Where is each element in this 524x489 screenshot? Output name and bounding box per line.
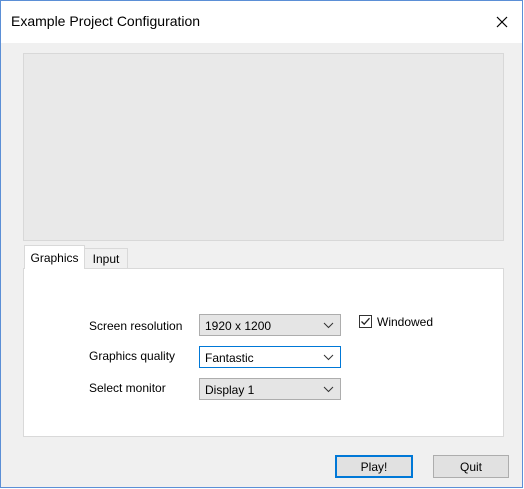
screen-resolution-label: Screen resolution	[89, 319, 183, 333]
graphics-quality-select[interactable]: Fantastic	[199, 346, 341, 368]
tab-graphics-label: Graphics	[30, 250, 79, 265]
close-button[interactable]	[482, 1, 522, 43]
banner-image	[23, 53, 504, 241]
windowed-label[interactable]: Windowed	[377, 315, 433, 329]
chevron-down-icon	[323, 322, 334, 329]
title-bar[interactable]: Example Project Configuration	[1, 1, 522, 43]
window-title: Example Project Configuration	[11, 13, 201, 29]
tab-input-label: Input	[92, 252, 120, 266]
windowed-checkbox[interactable]	[359, 315, 372, 328]
play-button[interactable]: Play!	[335, 455, 413, 478]
quit-button[interactable]: Quit	[433, 455, 509, 478]
tab-input[interactable]: Input	[85, 248, 128, 269]
screen-resolution-value: 1920 x 1200	[205, 319, 272, 333]
close-icon	[496, 16, 508, 28]
config-window: Example Project Configuration Graphics I…	[0, 0, 523, 488]
graphics-quality-value: Fantastic	[205, 351, 254, 365]
graphics-quality-label: Graphics quality	[89, 349, 176, 363]
chevron-down-icon	[323, 354, 334, 361]
checkmark-icon	[361, 317, 370, 326]
select-monitor-value: Display 1	[205, 383, 255, 397]
select-monitor-select[interactable]: Display 1	[199, 378, 341, 400]
screen-resolution-select[interactable]: 1920 x 1200	[199, 314, 341, 336]
chevron-down-icon	[323, 386, 334, 393]
select-monitor-label: Select monitor	[89, 381, 166, 395]
tab-graphics[interactable]: Graphics	[24, 245, 85, 269]
